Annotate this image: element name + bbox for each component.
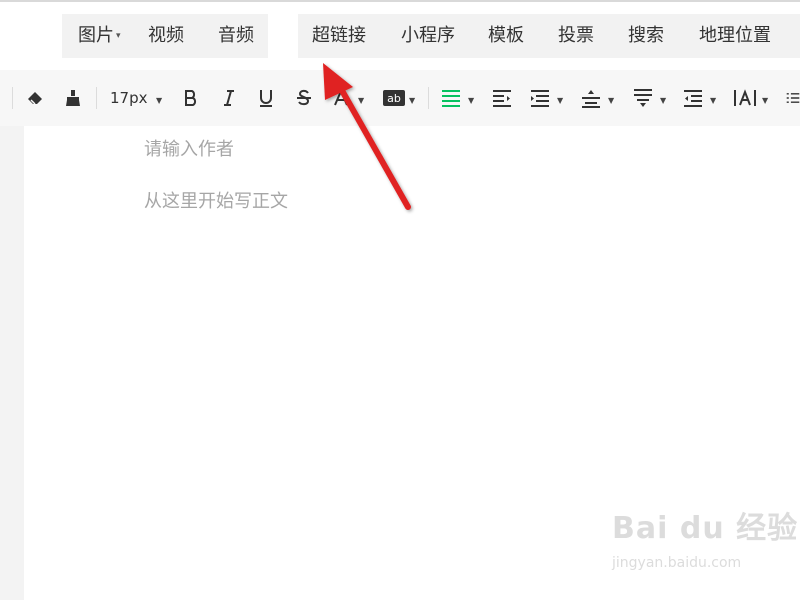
toolbar-divider [12, 87, 13, 109]
eraser-icon[interactable] [24, 70, 46, 126]
bold-icon[interactable] [180, 70, 202, 126]
toolbar-divider [96, 87, 97, 109]
outdent-icon[interactable] [682, 70, 704, 126]
insert-mini-program-button[interactable]: 小程序 [401, 24, 455, 48]
body-text-area[interactable]: 从这里开始写正文 [144, 189, 288, 215]
watermark-url: jingyan.baidu.com [612, 555, 742, 571]
insert-search-button[interactable]: 搜索 [628, 24, 664, 48]
font-size-value: 17px [110, 89, 148, 107]
font-size-select[interactable]: 17px [110, 86, 148, 110]
insert-image-button[interactable]: 图片 ▾ [78, 24, 121, 48]
insert-video-button[interactable]: 视频 [148, 24, 184, 48]
toolbar-divider [428, 87, 429, 109]
editor-left-rail [0, 126, 24, 600]
baidu-jingyan-watermark: Bai du 经验 jingyan.baidu.com [612, 512, 798, 572]
insert-audio-button[interactable]: 音频 [218, 24, 254, 48]
indent-icon[interactable] [491, 70, 513, 126]
spacing-after-icon[interactable] [632, 70, 654, 126]
annotation-arrow-icon [323, 63, 411, 210]
insert-extra-group: 超链接 小程序 模板 投票 搜索 地理位置 [298, 14, 800, 58]
list-icon[interactable] [786, 70, 800, 126]
watermark-brand: Bai du 经验 [612, 511, 799, 546]
window-top-border [0, 0, 800, 2]
paragraph-spacing-icon[interactable] [529, 70, 551, 126]
letter-spacing-dropdown-icon[interactable]: ▼ [762, 96, 768, 105]
insert-template-button[interactable]: 模板 [488, 24, 524, 48]
caret-down-icon: ▾ [116, 31, 121, 41]
font-size-dropdown-icon[interactable]: ▼ [156, 96, 162, 105]
insert-location-button[interactable]: 地理位置 [699, 24, 771, 48]
insert-vote-button[interactable]: 投票 [558, 24, 594, 48]
italic-icon[interactable] [218, 70, 240, 126]
insert-hyperlink-button[interactable]: 超链接 [312, 24, 366, 48]
underline-icon[interactable] [255, 70, 277, 126]
line-height-dropdown-icon[interactable]: ▼ [608, 96, 614, 105]
spacing-after-dropdown-icon[interactable]: ▼ [660, 96, 666, 105]
insert-media-group: 图片 ▾ 视频 音频 [62, 14, 268, 58]
align-dropdown-icon[interactable]: ▼ [468, 96, 474, 105]
letter-spacing-icon[interactable] [733, 70, 757, 126]
line-height-icon[interactable] [580, 70, 602, 126]
format-painter-icon[interactable] [62, 70, 84, 126]
paragraph-spacing-dropdown-icon[interactable]: ▼ [557, 96, 563, 105]
author-input[interactable]: 请输入作者 [144, 137, 234, 163]
insert-image-label: 图片 [78, 25, 114, 46]
justify-align-icon[interactable] [440, 70, 462, 126]
outdent-dropdown-icon[interactable]: ▼ [710, 96, 716, 105]
